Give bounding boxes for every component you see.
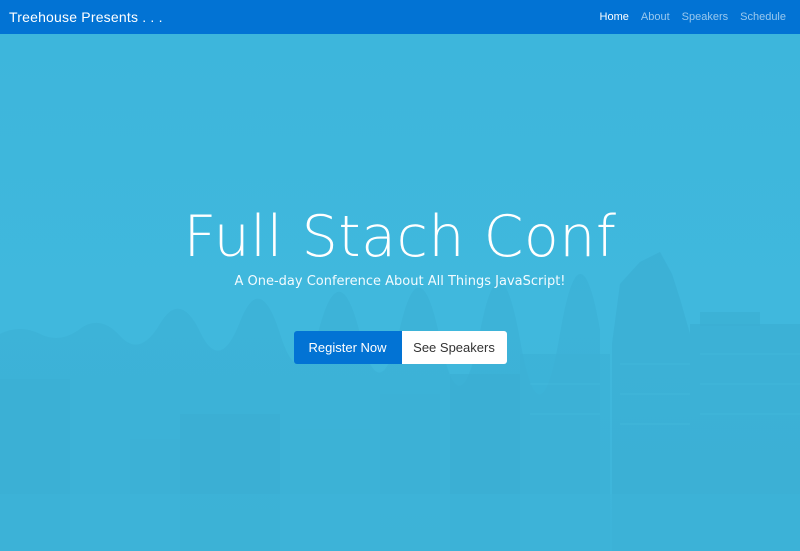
nav-link-home[interactable]: Home	[600, 11, 629, 23]
nav-link-about[interactable]: About	[641, 11, 670, 23]
hero-button-group: Register Now See Speakers	[293, 331, 507, 364]
hero-subtitle: A One-day Conference About All Things Ja…	[234, 274, 566, 289]
hero-section: Full Stach Conf A One-day Conference Abo…	[0, 34, 800, 551]
nav-link-schedule[interactable]: Schedule	[740, 11, 786, 23]
nav-links: Home About Speakers Schedule	[600, 11, 786, 23]
top-navbar: Treehouse Presents . . . Home About Spea…	[0, 0, 800, 34]
nav-link-speakers[interactable]: Speakers	[682, 11, 728, 23]
hero-title: Full Stach Conf	[183, 204, 617, 270]
brand-logo-text[interactable]: Treehouse Presents . . .	[9, 9, 163, 25]
hero-content: Full Stach Conf A One-day Conference Abo…	[0, 204, 800, 364]
see-speakers-button[interactable]: See Speakers	[401, 331, 507, 364]
register-now-button[interactable]: Register Now	[293, 331, 402, 364]
